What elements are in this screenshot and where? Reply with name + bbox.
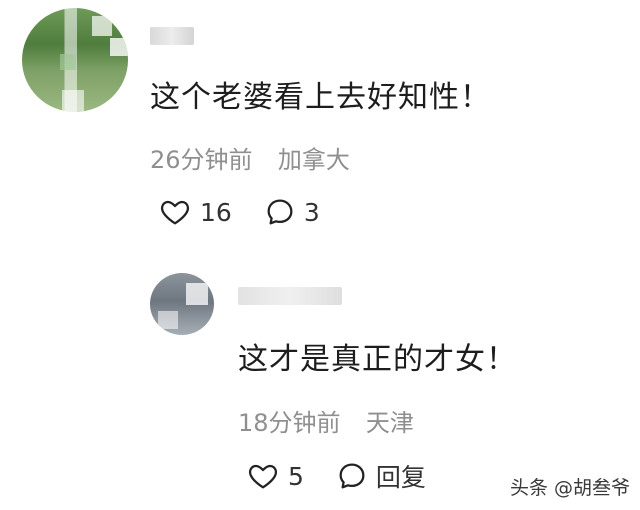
comment-time: 26分钟前: [150, 146, 253, 174]
reply-actions: 5 回复: [246, 458, 458, 494]
comment-location: 加拿大: [277, 146, 350, 174]
username-blurred[interactable]: [150, 27, 194, 45]
like-button[interactable]: 16: [158, 196, 232, 228]
reply-time: 18分钟前: [238, 409, 341, 437]
reply-like-count: 5: [288, 461, 304, 491]
reply-like-button[interactable]: 5: [246, 460, 304, 492]
heart-outline-icon: [248, 464, 278, 489]
reply-meta: 18分钟前 天津: [238, 403, 414, 438]
reply-text: 这才是真正的才女！: [238, 342, 517, 377]
comment-actions: 16 3: [158, 196, 352, 228]
reply-count-button[interactable]: 3: [264, 196, 320, 228]
reply-location: 天津: [365, 409, 414, 437]
chat-bubble-icon: [267, 199, 293, 225]
reply-label: 回复: [375, 463, 426, 492]
heart-outline-icon: [160, 200, 190, 225]
reply-username-blurred[interactable]: [238, 287, 342, 305]
chat-bubble-icon: [339, 463, 365, 489]
avatar[interactable]: [22, 8, 128, 112]
watermark: 头条 @胡叁爷: [509, 477, 630, 499]
reply-button[interactable]: 回复: [336, 458, 426, 494]
comment-text: 这个老婆看上去好知性！: [150, 80, 491, 115]
reply-count: 3: [303, 197, 320, 227]
comment-meta: 26分钟前 加拿大: [150, 140, 350, 175]
reply-avatar[interactable]: [150, 273, 214, 335]
like-count: 16: [200, 197, 232, 227]
